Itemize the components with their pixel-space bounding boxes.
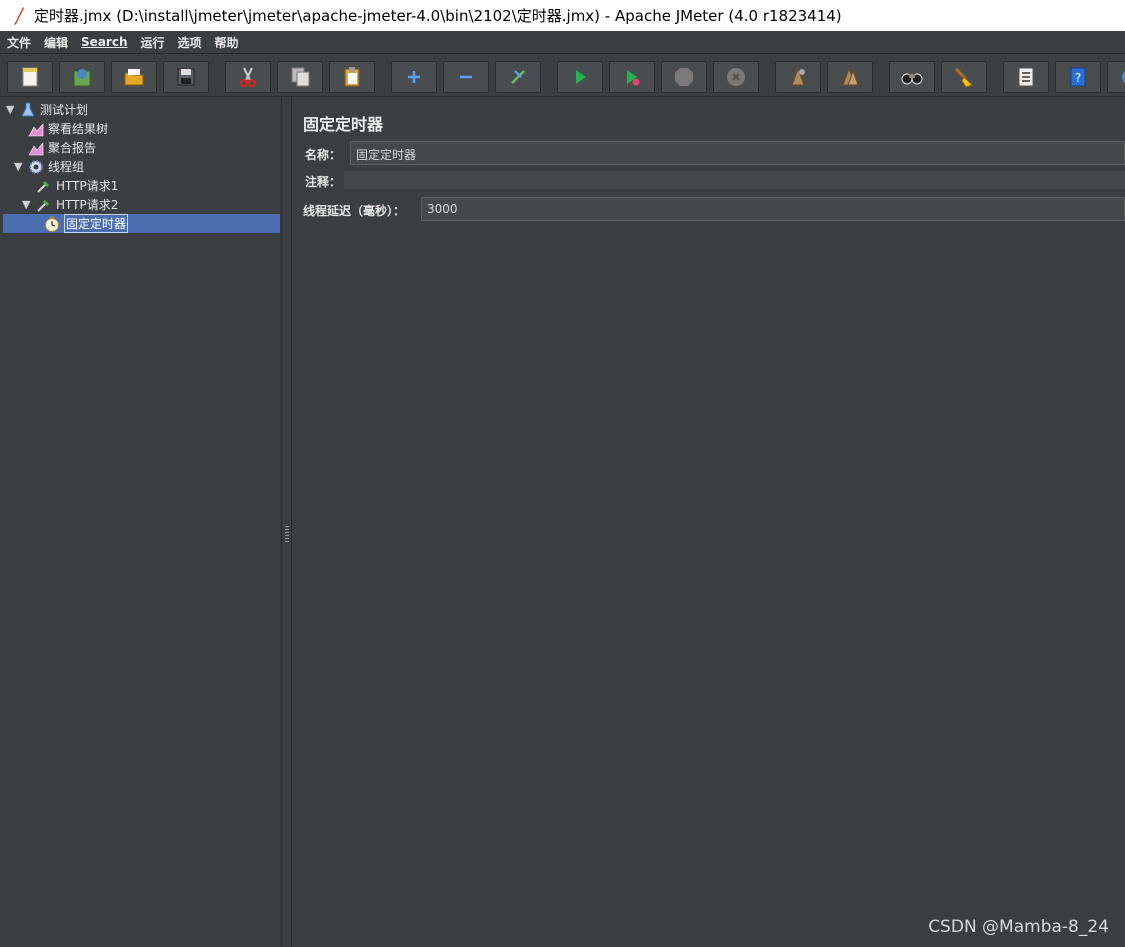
help-icon: ? xyxy=(1070,67,1086,87)
window-title: 定时器.jmx (D:\install\jmeter\jmeter\apache… xyxy=(34,7,842,25)
jmeter-feather-icon xyxy=(14,6,24,25)
templates-icon xyxy=(73,69,91,87)
shutdown-icon xyxy=(727,68,745,86)
collapse-arrow-icon[interactable]: ▼ xyxy=(14,160,26,173)
menu-options[interactable]: 选项 xyxy=(178,34,202,51)
flask-icon xyxy=(20,102,36,118)
expand-all-button[interactable] xyxy=(391,61,437,93)
collapse-arrow-icon[interactable]: ▼ xyxy=(22,198,34,211)
menu-edit[interactable]: 编辑 xyxy=(44,34,68,51)
tree-item-view-results-tree[interactable]: 察看结果树 xyxy=(28,119,108,138)
start-no-pause-button[interactable] xyxy=(609,61,655,93)
tree-item-label: 固定定时器 xyxy=(64,214,129,233)
reset-search-button[interactable] xyxy=(941,61,987,93)
gear-icon xyxy=(28,159,44,175)
name-label: 名称： xyxy=(305,148,342,162)
tree-item-http-request-2[interactable]: ▼ HTTP请求2 xyxy=(22,195,118,214)
new-icon xyxy=(22,67,38,87)
menu-run[interactable]: 运行 xyxy=(140,34,164,51)
toggle-button[interactable] xyxy=(495,61,541,93)
function-helper-button[interactable] xyxy=(1003,61,1049,93)
save-icon xyxy=(177,68,195,86)
paste-icon xyxy=(344,67,360,87)
comment-field[interactable] xyxy=(344,171,1125,189)
start-icon xyxy=(576,70,586,84)
pipette-icon xyxy=(36,197,52,213)
pipette-icon xyxy=(36,178,52,194)
tree-item-constant-timer[interactable]: 固定定时器 xyxy=(44,214,129,233)
shutdown-button[interactable] xyxy=(713,61,759,93)
collapse-arrow-icon[interactable]: ▼ xyxy=(6,103,18,116)
copy-button[interactable] xyxy=(277,61,323,93)
timer-icon xyxy=(44,216,60,232)
function-helper-icon xyxy=(1018,67,1034,87)
tree-item-label: 察看结果树 xyxy=(48,122,109,136)
menu-search[interactable]: Search xyxy=(81,35,127,49)
menu-file[interactable]: 文件 xyxy=(7,34,31,51)
svg-text:?: ? xyxy=(1075,71,1081,85)
test-plan-tree: ▼ 测试计划 察看结果树 聚合报告 ▼ 线程组 HTTP请求1 ▼ HTTP请求… xyxy=(0,98,282,947)
watermark: CSDN @Mamba-8_24 xyxy=(928,917,1109,937)
tree-item-label: 线程组 xyxy=(48,160,85,174)
graph-icon xyxy=(28,121,44,137)
graph-icon xyxy=(28,140,44,156)
name-field[interactable]: 固定定时器 xyxy=(350,141,1125,165)
toolbar: ? xyxy=(0,55,1125,97)
tree-item-label: HTTP请求1 xyxy=(56,179,119,193)
save-button[interactable] xyxy=(163,61,209,93)
stop-button[interactable] xyxy=(661,61,707,93)
paste-button[interactable] xyxy=(329,61,375,93)
constant-timer-panel: 固定定时器 名称： 固定定时器 注释： 线程延迟（毫秒）： 3000 CSDN … xyxy=(293,98,1125,947)
tree-item-label: HTTP请求2 xyxy=(56,198,119,212)
toggle-icon xyxy=(511,70,525,84)
copy-icon xyxy=(291,67,310,87)
remote-icon xyxy=(1122,70,1125,84)
comment-label: 注释： xyxy=(305,175,342,189)
remote-button[interactable] xyxy=(1107,61,1125,93)
tree-item-aggregate-report[interactable]: 聚合报告 xyxy=(28,138,96,157)
stop-icon xyxy=(675,68,693,86)
tree-item-label: 聚合报告 xyxy=(48,141,97,155)
splitter-grip-icon xyxy=(285,526,289,542)
search-icon xyxy=(901,73,923,85)
tree-item-http-request-1[interactable]: HTTP请求1 xyxy=(36,176,118,195)
clear-button[interactable] xyxy=(775,61,821,93)
thread-delay-field[interactable]: 3000 xyxy=(421,197,1125,221)
new-button[interactable] xyxy=(7,61,53,93)
tree-item-thread-group[interactable]: ▼ 线程组 xyxy=(14,157,84,176)
collapse-icon xyxy=(460,75,472,79)
help-button[interactable]: ? xyxy=(1055,61,1101,93)
tree-item-label: 测试计划 xyxy=(40,103,89,117)
tree-item-test-plan[interactable]: ▼ 测试计划 xyxy=(6,100,88,119)
start-no-pause-icon xyxy=(627,70,640,86)
panel-title: 固定定时器 xyxy=(303,115,384,134)
open-icon xyxy=(124,69,144,86)
collapse-all-button[interactable] xyxy=(443,61,489,93)
cut-button[interactable] xyxy=(225,61,271,93)
expand-icon xyxy=(408,71,420,83)
menu-help[interactable]: 帮助 xyxy=(215,34,239,51)
window-titlebar: 定时器.jmx (D:\install\jmeter\jmeter\apache… xyxy=(0,0,1125,31)
clear-icon xyxy=(791,67,805,86)
clear-all-icon xyxy=(842,67,859,86)
templates-button[interactable] xyxy=(59,61,105,93)
cut-icon xyxy=(240,67,256,87)
thread-delay-label: 线程延迟（毫秒）： xyxy=(303,204,406,218)
clear-all-button[interactable] xyxy=(827,61,873,93)
menu-bar: 文件 编辑 Search 运行 选项 帮助 xyxy=(0,31,1125,54)
open-button[interactable] xyxy=(111,61,157,93)
start-button[interactable] xyxy=(557,61,603,93)
reset-search-icon xyxy=(954,67,973,88)
search-button[interactable] xyxy=(889,61,935,93)
pane-splitter[interactable] xyxy=(282,98,292,947)
